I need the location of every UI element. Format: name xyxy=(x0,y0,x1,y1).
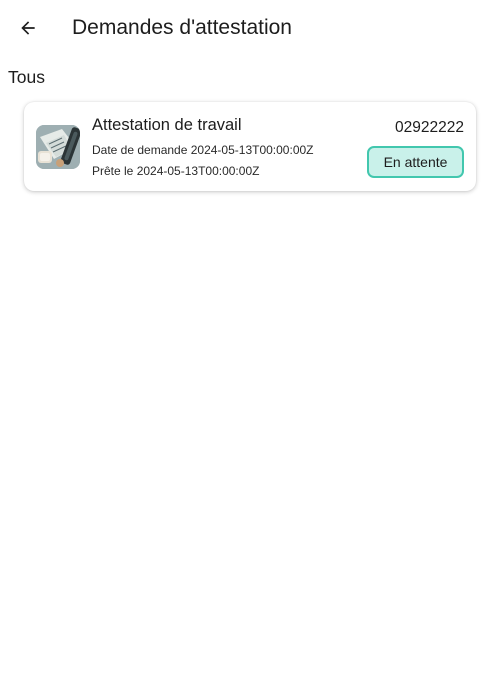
document-photo-icon xyxy=(36,125,80,169)
arrow-left-icon[interactable] xyxy=(18,18,38,38)
request-card[interactable]: Attestation de travail Date de demande 2… xyxy=(24,102,476,191)
request-number: 02922222 xyxy=(395,119,464,136)
ready-date: Prête le 2024-05-13T00:00:00Z xyxy=(92,164,260,178)
app-bar: Demandes d'attestation xyxy=(0,0,500,56)
request-title: Attestation de travail xyxy=(92,116,242,134)
back-button[interactable] xyxy=(14,14,42,42)
status-badge: En attente xyxy=(367,146,464,178)
page-title: Demandes d'attestation xyxy=(72,16,292,39)
filter-label: Tous xyxy=(8,67,45,87)
request-date: Date de demande 2024-05-13T00:00:00Z xyxy=(92,143,314,157)
